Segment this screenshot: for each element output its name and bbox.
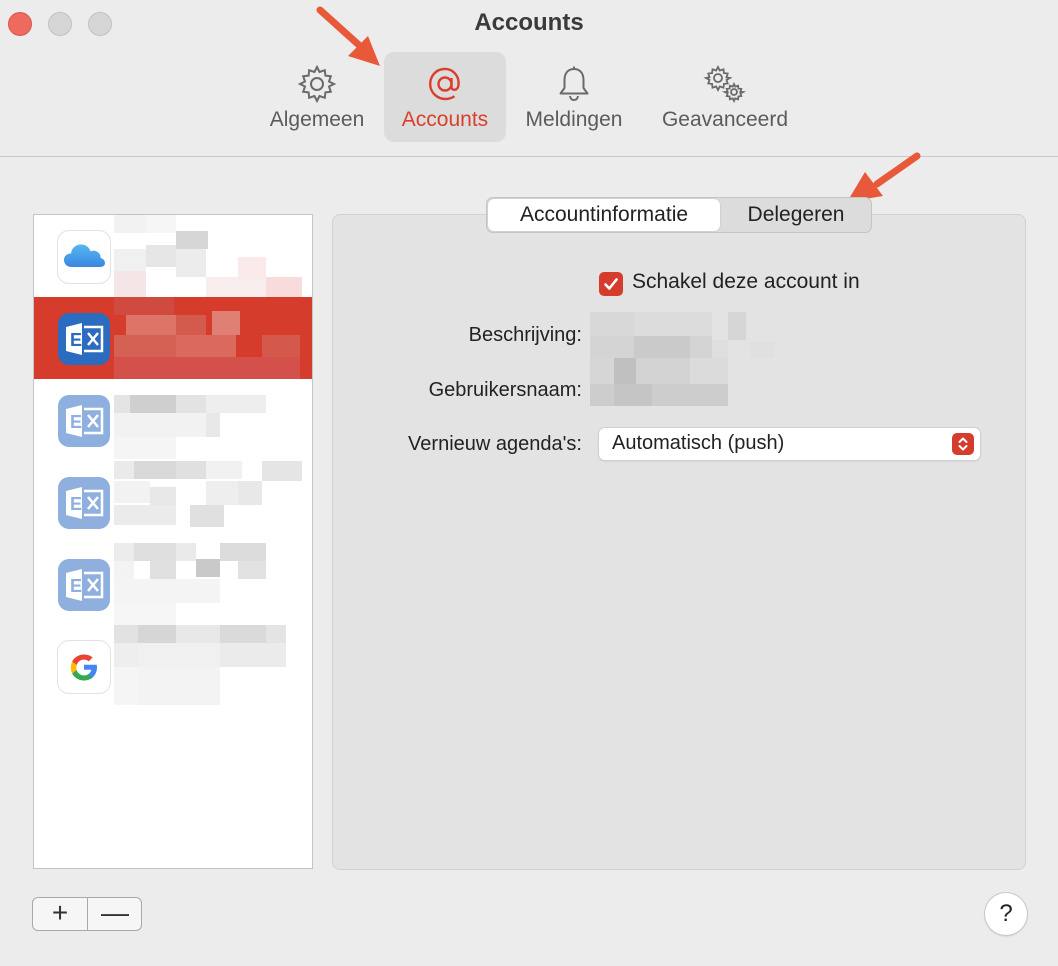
help-button[interactable]: ? [985, 893, 1027, 935]
account-row-google[interactable] [34, 625, 312, 707]
remove-account-button[interactable]: — [88, 898, 142, 930]
account-row-exchange-selected[interactable]: E [34, 297, 312, 379]
annotation-arrow-accounts [316, 6, 380, 66]
svg-text:E: E [70, 576, 82, 596]
account-row-exchange[interactable]: E [34, 379, 312, 461]
at-sign-icon [428, 67, 460, 101]
account-row-icloud[interactable] [34, 215, 312, 297]
svg-text:E: E [70, 330, 82, 350]
titlebar: Accounts Algemeen Accounts Meldingen Gea… [0, 0, 1058, 157]
refresh-calendars-value: Automatisch (push) [612, 432, 785, 454]
refresh-calendars-label: Vernieuw agenda's: [408, 433, 582, 455]
exchange-icon: E [58, 313, 110, 365]
tab-geavanceerd[interactable]: Geavanceerd [646, 52, 804, 142]
checkmark-icon [604, 278, 618, 290]
account-segmented-control: Accountinformatie Delegeren [486, 197, 872, 233]
updown-chevron-icon [952, 433, 974, 455]
exchange-icon: E [58, 395, 110, 447]
google-icon [58, 641, 110, 693]
segment-accountinformatie[interactable]: Accountinformatie [488, 199, 720, 231]
account-list[interactable]: E E E E [33, 214, 313, 869]
tab-geavanceerd-label: Geavanceerd [661, 108, 789, 131]
window-title: Accounts [474, 9, 584, 36]
svg-text:E: E [70, 412, 82, 432]
tab-accounts[interactable]: Accounts [384, 52, 506, 142]
tab-accounts-label: Accounts [401, 108, 489, 131]
bell-icon [559, 66, 589, 101]
icloud-icon [58, 231, 110, 283]
enable-account-label: Schakel deze account in [632, 270, 860, 293]
account-row-exchange[interactable]: E [34, 461, 312, 543]
enable-account-checkbox[interactable] [599, 272, 623, 296]
username-label: Gebruikersnaam: [428, 379, 582, 401]
svg-text:E: E [70, 494, 82, 514]
tab-meldingen-label: Meldingen [525, 108, 623, 131]
add-account-button[interactable]: + [33, 898, 88, 930]
tab-meldingen[interactable]: Meldingen [512, 52, 636, 142]
accounts-preferences-window: Accounts Algemeen Accounts Meldingen Gea… [0, 0, 1058, 966]
refresh-calendars-select[interactable]: Automatisch (push) [599, 428, 980, 460]
exchange-icon: E [58, 559, 110, 611]
exchange-icon: E [58, 477, 110, 529]
gears-icon [703, 65, 747, 104]
segment-delegeren[interactable]: Delegeren [721, 198, 871, 232]
add-remove-control: + — [32, 897, 142, 931]
description-label: Beschrijving: [468, 324, 582, 346]
tab-algemeen-label: Algemeen [269, 108, 365, 131]
account-row-exchange[interactable]: E [34, 543, 312, 625]
